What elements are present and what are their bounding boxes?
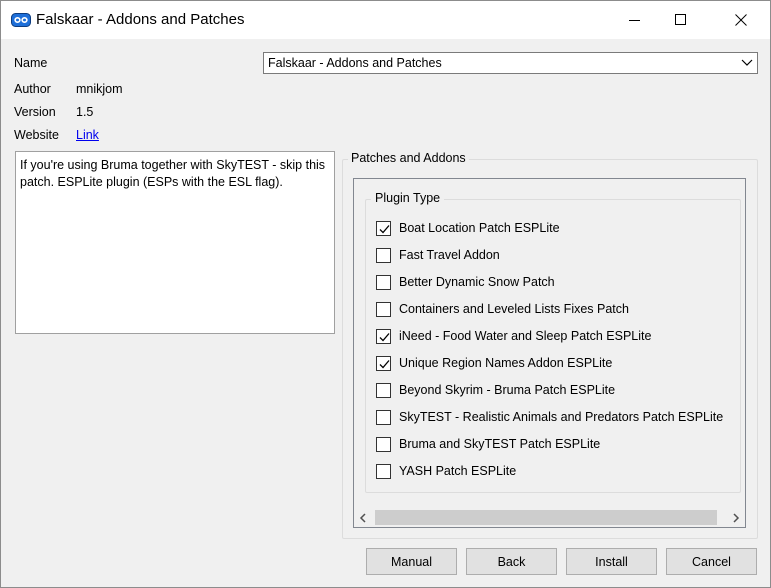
plugin-checkbox[interactable] [376,382,391,398]
name-dropdown[interactable]: Falskaar - Addons and Patches [263,52,758,74]
maximize-icon [675,14,686,25]
description-textbox[interactable]: If you're using Bruma together with SkyT… [15,151,335,334]
version-value: 1.5 [76,105,94,119]
plugin-option-label: SkyTEST - Realistic Animals and Predator… [399,410,724,424]
plugin-checkbox[interactable] [376,328,391,344]
scroll-thumb[interactable] [375,510,717,525]
plugin-option-label: Unique Region Names Addon ESPLite [399,356,613,370]
plugin-option-row[interactable]: Containers and Leveled Lists Fixes Patch [376,299,629,319]
author-value: mnikjom [76,82,123,96]
plugin-option-label: Bruma and SkyTEST Patch ESPLite [399,437,601,451]
website-label: Website [14,128,59,142]
close-icon [735,14,747,26]
name-label: Name [14,56,48,70]
checkmark-icon [379,359,390,368]
plugin-option-row[interactable]: Fast Travel Addon [376,245,500,265]
plugin-option-row[interactable]: Unique Region Names Addon ESPLite [376,353,612,373]
checkmark-icon [379,332,390,341]
maximize-button[interactable] [658,1,704,39]
horizontal-scrollbar[interactable] [354,508,745,527]
cancel-button[interactable]: Cancel [666,548,757,575]
minimize-icon [629,20,640,21]
minimize-button[interactable] [612,1,658,39]
plugin-option-row[interactable]: Bruma and SkyTEST Patch ESPLite [376,434,600,454]
plugin-option-label: Better Dynamic Snow Patch [399,275,555,289]
chevron-down-icon [741,59,753,66]
close-button[interactable] [718,1,764,39]
plugin-option-row[interactable]: YASH Patch ESPLite [376,461,516,481]
install-button[interactable]: Install [566,548,657,575]
plugin-checkbox[interactable] [376,355,391,371]
website-link[interactable]: Link [76,128,99,142]
plugin-checkbox[interactable] [376,463,391,479]
plugin-option-label: iNeed - Food Water and Sleep Patch ESPLi… [399,329,652,343]
plugin-option-row[interactable]: SkyTEST - Realistic Animals and Predator… [376,407,723,427]
plugin-checkbox[interactable] [376,247,391,263]
plugin-option-row[interactable]: iNeed - Food Water and Sleep Patch ESPLi… [376,326,651,346]
plugin-option-label: Containers and Leveled Lists Fixes Patch [399,302,629,316]
chevron-left-icon [359,512,366,523]
plugin-option-label: Boat Location Patch ESPLite [399,221,560,235]
version-label: Version [14,105,56,119]
title-bar[interactable]: Falskaar - Addons and Patches [1,1,770,39]
plugin-checkbox[interactable] [376,220,391,236]
scroll-left-button[interactable] [354,508,372,527]
name-dropdown-value: Falskaar - Addons and Patches [268,56,442,70]
plugin-option-row[interactable]: Better Dynamic Snow Patch [376,272,555,292]
patches-group-title: Patches and Addons [348,151,469,165]
plugin-checkbox[interactable] [376,409,391,425]
checkmark-icon [379,224,390,233]
scroll-right-button[interactable] [727,508,745,527]
author-label: Author [14,82,51,96]
back-button[interactable]: Back [466,548,557,575]
window-title: Falskaar - Addons and Patches [36,11,245,28]
plugin-option-label: Beyond Skyrim - Bruma Patch ESPLite [399,383,616,397]
plugin-checkbox[interactable] [376,274,391,290]
plugin-option-label: YASH Patch ESPLite [399,464,517,478]
mod-organizer-icon [11,12,31,28]
plugin-checkbox[interactable] [376,436,391,452]
plugin-checkbox[interactable] [376,301,391,317]
plugin-option-row[interactable]: Beyond Skyrim - Bruma Patch ESPLite [376,380,615,400]
installer-window: Falskaar - Addons and Patches Name Falsk… [0,0,771,588]
chevron-right-icon [733,512,740,523]
plugin-option-label: Fast Travel Addon [399,248,500,262]
plugin-option-row[interactable]: Boat Location Patch ESPLite [376,218,560,238]
plugin-type-title: Plugin Type [371,191,445,205]
manual-button[interactable]: Manual [366,548,457,575]
